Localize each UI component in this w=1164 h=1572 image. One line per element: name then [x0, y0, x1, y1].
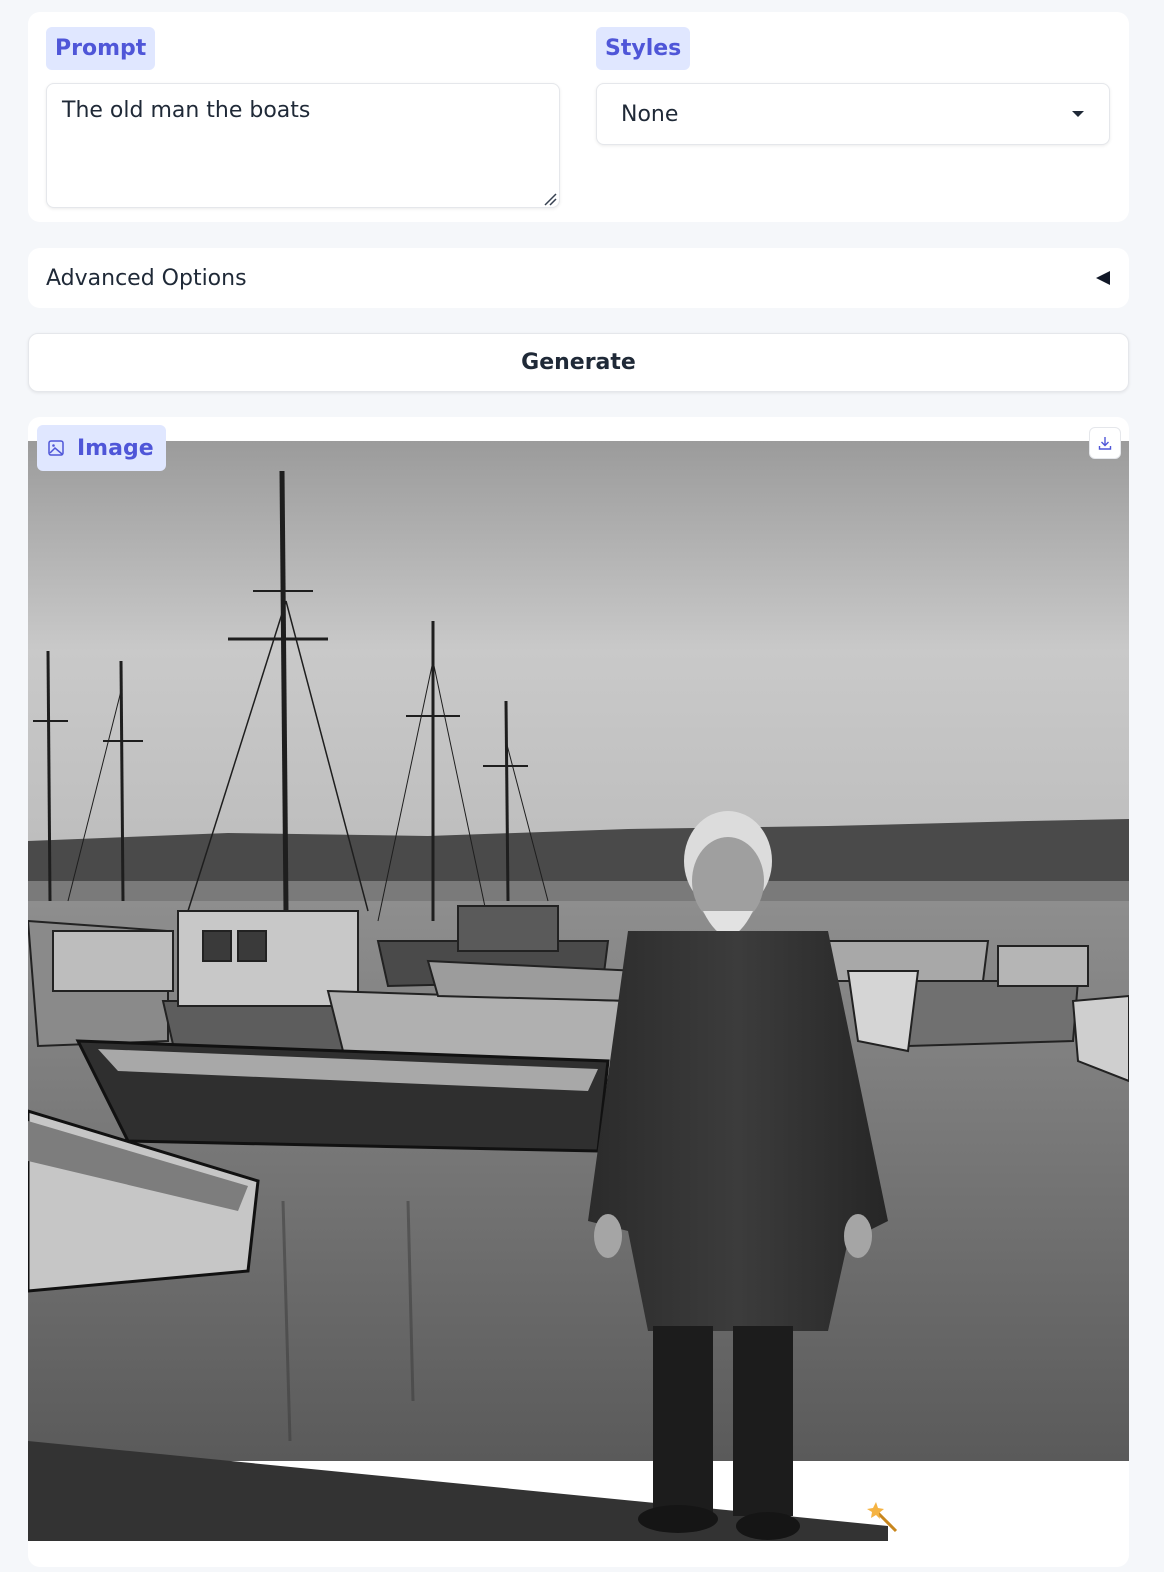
sparkle-wand-icon [867, 1502, 898, 1533]
collapse-triangle-icon [1096, 271, 1110, 285]
output-image-panel: Image BLACKMAGIC.CC [28, 417, 1129, 1567]
resize-grip-icon[interactable] [543, 192, 557, 206]
watermark-text: BLACKMAGIC.CC [904, 1505, 1129, 1531]
styles-label: Styles [596, 27, 691, 70]
advanced-options-label: Advanced Options [46, 265, 247, 291]
image-label-text: Image [77, 435, 154, 461]
styles-selected-value: None [621, 101, 679, 127]
generated-image [28, 441, 1129, 1541]
advanced-options-accordion[interactable]: Advanced Options [28, 248, 1129, 308]
image-output-label: Image [37, 425, 166, 471]
input-panel: Prompt Styles None [28, 12, 1129, 222]
image-icon [48, 440, 64, 456]
styles-dropdown[interactable]: None [596, 83, 1110, 145]
watermark: BLACKMAGIC.CC [866, 1501, 1129, 1535]
dropdown-caret-icon [1072, 111, 1084, 117]
generate-button[interactable]: Generate [28, 333, 1129, 392]
prompt-label: Prompt [46, 27, 156, 70]
download-icon [1098, 437, 1112, 450]
prompt-input[interactable] [46, 83, 560, 208]
download-button[interactable] [1089, 427, 1121, 459]
